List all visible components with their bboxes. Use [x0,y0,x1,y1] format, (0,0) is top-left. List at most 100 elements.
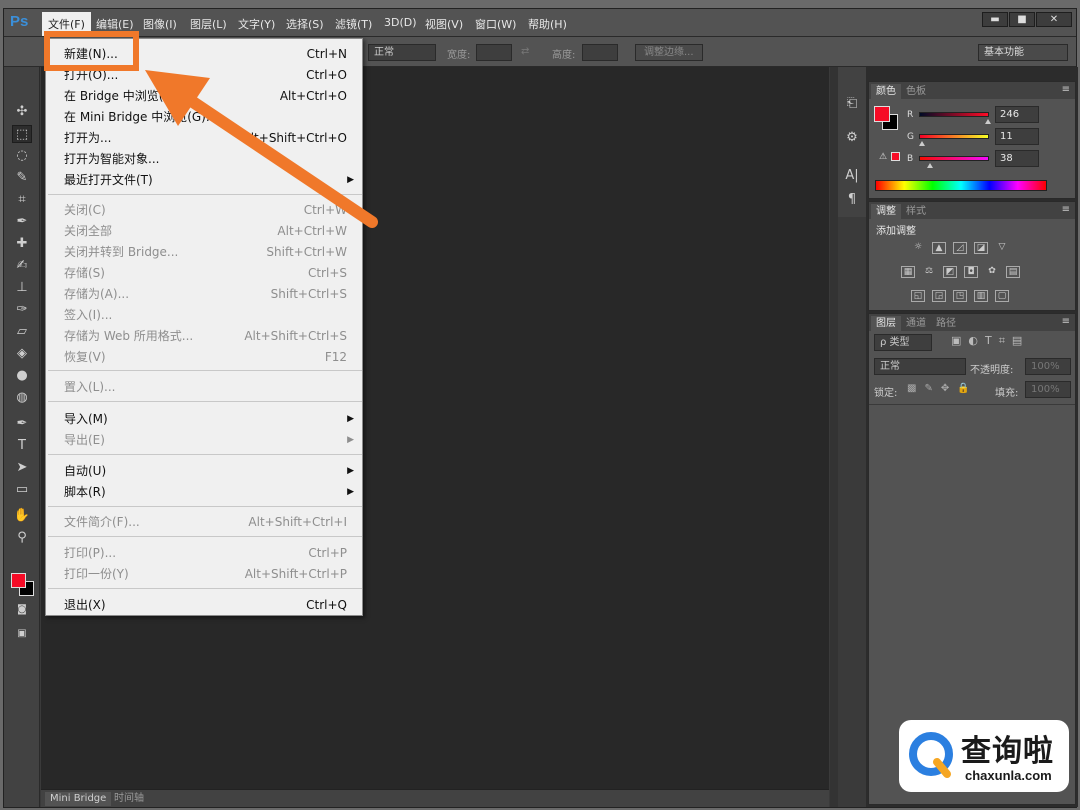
b-slider-handle[interactable] [927,163,933,168]
photo-filter-icon[interactable]: ◘ [964,266,978,278]
r-slider[interactable] [919,112,989,117]
type-tool-icon[interactable]: T [12,437,32,455]
panel-menu-icon[interactable]: ≡ [1062,204,1070,215]
close-button[interactable]: ✕ [1036,12,1072,27]
tab-timeline[interactable]: 时间轴 [109,792,149,806]
menu-edit[interactable]: 编辑(E) [96,16,134,32]
menu-item-open-as[interactable]: 打开为... Alt+Shift+Ctrl+O [46,128,362,148]
threshold-icon[interactable]: ◳ [953,290,967,302]
menu-item-open-smart-object[interactable]: 打开为智能对象... [46,149,362,169]
vibrance-icon[interactable]: ▽ [995,242,1009,254]
menu-item-close-all[interactable]: 关闭全部 Alt+Ctrl+W [46,221,362,241]
menu-item-revert[interactable]: 恢复(V) F12 [46,347,362,367]
color-panel-fg-swatch[interactable] [874,106,890,122]
blend-mode-select[interactable]: 正常 [874,358,966,375]
menu-item-import[interactable]: 导入(M) ▶ [46,409,362,429]
menu-filter[interactable]: 滤镜(T) [335,16,372,32]
tab-paths[interactable]: 路径 [931,316,961,331]
layer-filter-select[interactable]: ρ 类型 [874,334,932,351]
gamut-warning-icon[interactable]: ⚠ [879,152,887,162]
dodge-tool-icon[interactable]: ◍ [12,389,32,407]
curves-icon[interactable]: ◿ [953,242,967,254]
menu-item-close[interactable]: 关闭(C) Ctrl+W [46,200,362,220]
tab-swatches[interactable]: 色板 [901,84,931,99]
menu-item-automate[interactable]: 自动(U) ▶ [46,461,362,481]
menu-item-save-for-web[interactable]: 存储为 Web 所用格式... Alt+Shift+Ctrl+S [46,326,362,346]
tab-mini-bridge[interactable]: Mini Bridge [45,792,112,806]
invert-icon[interactable]: ◱ [911,290,925,302]
b-slider[interactable] [919,156,989,161]
tab-styles[interactable]: 样式 [901,204,931,219]
hand-tool-icon[interactable]: ✋ [12,507,32,525]
menu-item-browse-bridge[interactable]: 在 Bridge 中浏览(B)... Alt+Ctrl+O [46,86,362,106]
history-brush-tool-icon[interactable]: ✑ [12,301,32,319]
menu-layer[interactable]: 图层(L) [190,16,227,32]
panel-menu-icon[interactable]: ≡ [1062,316,1070,327]
layer-filter-icons[interactable]: ▣◐T⌗▤ [951,334,1029,348]
menu-image[interactable]: 图像(I) [143,16,177,32]
foreground-color-swatch[interactable] [11,573,26,588]
g-slider-handle[interactable] [919,141,925,146]
b-value-field[interactable]: 38 [995,150,1039,167]
blur-tool-icon[interactable]: ● [12,367,32,385]
tab-channels[interactable]: 通道 [901,316,931,331]
tab-layers[interactable]: 图层 [871,316,901,331]
menu-3d[interactable]: 3D(D) [384,16,417,29]
menu-item-export[interactable]: 导出(E) ▶ [46,430,362,450]
menu-item-place[interactable]: 置入(L)... [46,377,362,397]
menu-item-check-in[interactable]: 签入(I)... [46,305,362,325]
menu-item-print-one-copy[interactable]: 打印一份(Y) Alt+Shift+Ctrl+P [46,564,362,584]
menu-item-print[interactable]: 打印(P)... Ctrl+P [46,543,362,563]
selective-color-icon[interactable]: ▢ [995,290,1009,302]
lasso-tool-icon[interactable]: ◌ [12,147,32,165]
crop-tool-icon[interactable]: ⌗ [12,191,32,209]
g-slider[interactable] [919,134,989,139]
paragraph-panel-icon[interactable]: ¶ [842,191,862,209]
menu-select[interactable]: 选择(S) [286,16,324,32]
maximize-button[interactable]: ■ [1009,12,1035,27]
menu-type[interactable]: 文字(Y) [238,16,275,32]
brightness-icon[interactable]: ☼ [911,242,925,254]
menu-item-exit[interactable]: 退出(X) Ctrl+Q [46,595,362,615]
posterize-icon[interactable]: ◲ [932,290,946,302]
screen-mode-icon[interactable]: ▣ [12,625,32,643]
width-field[interactable] [476,44,512,61]
lock-icons[interactable]: ▩✎✥🔒 [907,383,978,394]
hue-saturation-icon[interactable]: ▦ [901,266,915,278]
menu-help[interactable]: 帮助(H) [528,16,567,32]
quick-select-tool-icon[interactable]: ✎ [12,169,32,187]
character-panel-icon[interactable]: A| [842,167,862,185]
stamp-tool-icon[interactable]: ⊥ [12,279,32,297]
color-spectrum-bar[interactable] [875,180,1047,191]
menu-view[interactable]: 视图(V) [425,16,463,32]
properties-panel-icon[interactable]: ⚙ [842,129,862,147]
eyedropper-tool-icon[interactable]: ✒ [12,213,32,231]
workspace-select[interactable]: 基本功能 [978,44,1068,61]
menu-window[interactable]: 窗口(W) [475,16,516,32]
menu-item-file-info[interactable]: 文件简介(F)... Alt+Shift+Ctrl+I [46,512,362,532]
opacity-field[interactable]: 100% [1025,358,1071,375]
marquee-tool-icon[interactable]: ⬚ [12,125,32,143]
zoom-tool-icon[interactable]: ⚲ [12,529,32,547]
minimize-button[interactable]: ▬ [982,12,1008,27]
move-tool-icon[interactable]: ✣ [12,103,32,121]
paint-bucket-tool-icon[interactable]: ◈ [12,345,32,363]
menu-item-browse-mini-bridge[interactable]: 在 Mini Bridge 中浏览(G)... [46,107,362,127]
color-lookup-icon[interactable]: ▤ [1006,266,1020,278]
rectangle-tool-icon[interactable]: ▭ [12,481,32,499]
menu-item-recent-files[interactable]: 最近打开文件(T) ▶ [46,170,362,190]
tab-adjustments[interactable]: 调整 [871,204,901,219]
style-select[interactable]: 正常 [368,44,436,61]
menu-item-scripts[interactable]: 脚本(R) ▶ [46,482,362,502]
channel-mixer-icon[interactable]: ✿ [985,266,999,278]
menu-item-save-as[interactable]: 存储为(A)... Shift+Ctrl+S [46,284,362,304]
black-white-icon[interactable]: ◩ [943,266,957,278]
gradient-map-icon[interactable]: ▥ [974,290,988,302]
tab-color[interactable]: 颜色 [871,84,901,99]
brush-tool-icon[interactable]: ✍ [12,257,32,275]
refine-edge-button[interactable]: 调整边缘... [635,44,703,61]
r-slider-handle[interactable] [985,119,991,124]
swap-icon[interactable]: ⇄ [521,46,529,57]
exposure-icon[interactable]: ◪ [974,242,988,254]
eraser-tool-icon[interactable]: ▱ [12,323,32,341]
